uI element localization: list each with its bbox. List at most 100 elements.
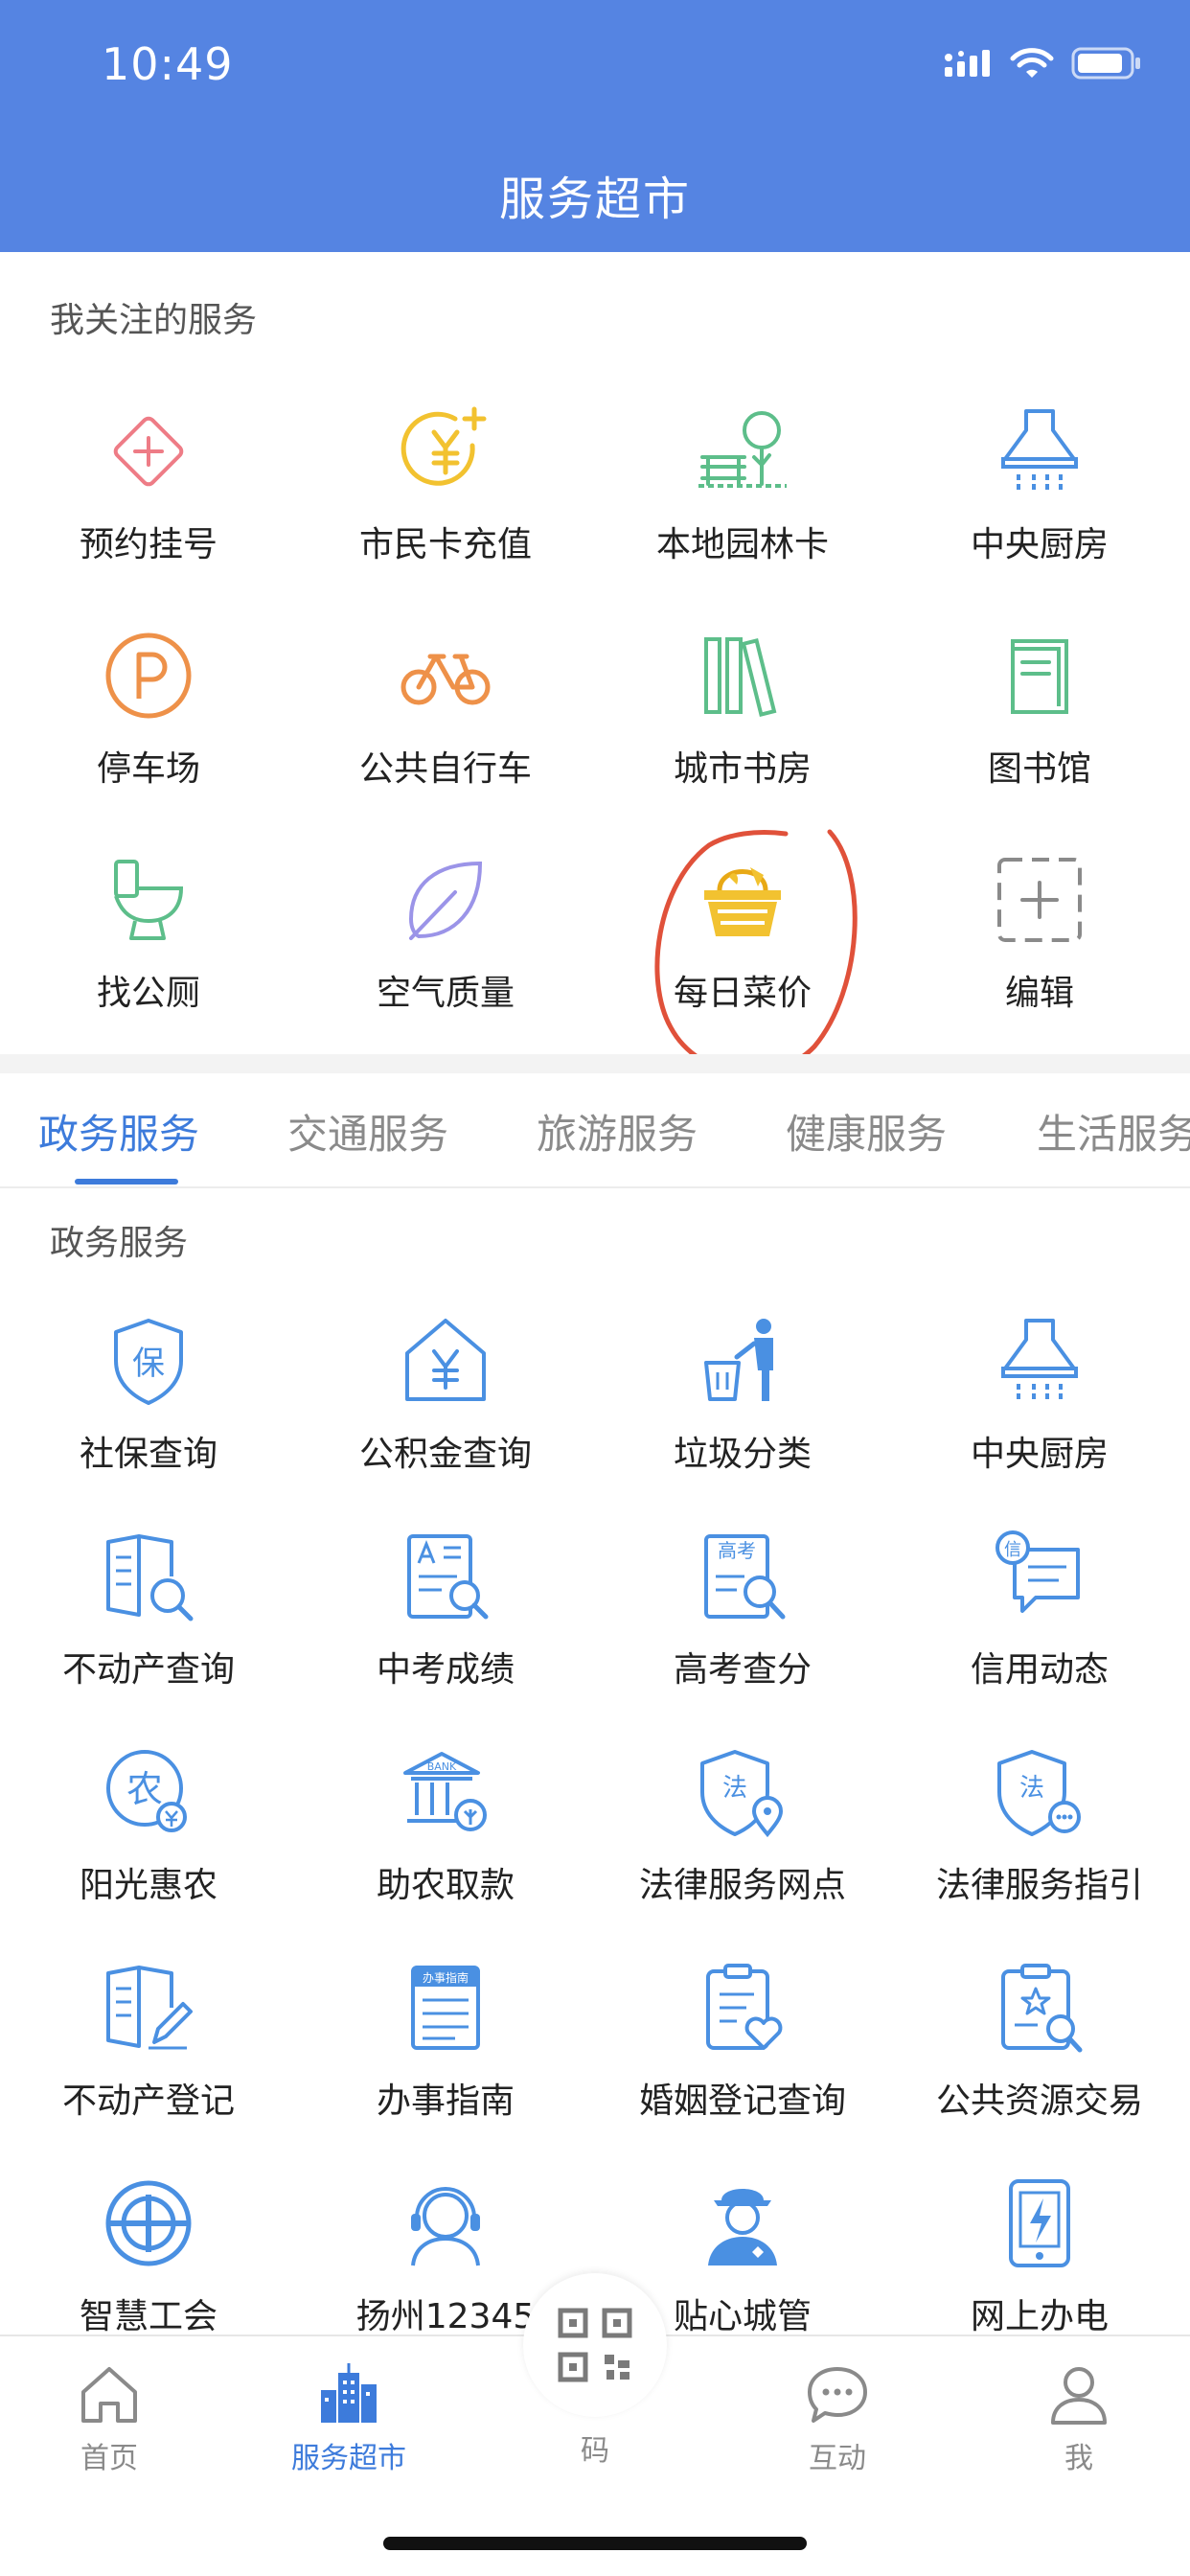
fav-label: 图书馆 bbox=[987, 749, 1091, 789]
fav-label: 中央厨房 bbox=[970, 525, 1109, 564]
social-security-shield-icon: 保 bbox=[114, 1319, 183, 1405]
gov-item-public-resource[interactable]: 公共资源交易 bbox=[891, 1960, 1188, 2123]
gov-item-union[interactable]: 智慧工会 bbox=[0, 2175, 297, 2334]
tab-gov[interactable]: 政务服务 bbox=[38, 1102, 199, 1161]
gov-item-law-location[interactable]: 法 法律服务网点 bbox=[594, 1744, 891, 1907]
gov-item-law-guide[interactable]: 法 法律服务指引 bbox=[891, 1744, 1188, 1907]
gov-label: 中央厨房 bbox=[970, 1435, 1109, 1474]
svg-text:高考: 高考 bbox=[718, 1539, 756, 1562]
gov-label: 法律服务网点 bbox=[638, 1866, 846, 1905]
active-tab-indicator bbox=[75, 1179, 178, 1184]
gov-services-section: 政务服务 保 社保查询 公积金查询 垃圾分类 中央厨房 不动产查询 中考成绩 高… bbox=[0, 1188, 1190, 2334]
gov-item-property-query[interactable]: 不动产查询 bbox=[0, 1529, 297, 1691]
fav-item-parking[interactable]: 停车场 bbox=[0, 628, 297, 791]
gov-item-agri[interactable]: 农 阳光惠农 bbox=[0, 1744, 297, 1907]
fav-item-card-topup[interactable]: 市民卡充值 bbox=[297, 403, 594, 566]
tab-health[interactable]: 健康服务 bbox=[786, 1102, 947, 1161]
status-icons bbox=[943, 46, 1142, 80]
range-hood-icon bbox=[1001, 409, 1078, 492]
fav-item-toilet[interactable]: 找公厕 bbox=[0, 852, 297, 1015]
gov-label: 阳光惠农 bbox=[79, 1866, 217, 1905]
fav-item-library[interactable]: 图书馆 bbox=[891, 628, 1188, 791]
gov-item-central-kitchen[interactable]: 中央厨房 bbox=[891, 1313, 1188, 1476]
favorites-title: 我关注的服务 bbox=[50, 301, 258, 340]
fav-label: 公共自行车 bbox=[358, 749, 532, 789]
qr-code-button[interactable] bbox=[523, 2273, 667, 2417]
svg-text:BANK: BANK bbox=[427, 1760, 457, 1773]
tab-traffic[interactable]: 交通服务 bbox=[287, 1102, 448, 1161]
gov-item-property-register[interactable]: 不动产登记 bbox=[0, 1960, 297, 2123]
svg-text:法: 法 bbox=[1019, 1774, 1044, 1803]
gov-item-housing-fund[interactable]: 公积金查询 bbox=[297, 1313, 594, 1476]
chat-icon bbox=[808, 2367, 867, 2423]
fav-item-registration[interactable]: 预约挂号 bbox=[0, 403, 297, 566]
gov-label: 公共资源交易 bbox=[935, 2082, 1143, 2121]
nav-label: 服务超市 bbox=[291, 2442, 406, 2475]
gov-label: 办事指南 bbox=[376, 2082, 515, 2121]
hotline-headset-icon bbox=[411, 2187, 480, 2266]
page-title: 服务超市 bbox=[498, 172, 691, 226]
wifi-icon bbox=[1010, 48, 1054, 78]
buildings-icon bbox=[321, 2363, 377, 2423]
gov-item-garbage[interactable]: 垃圾分类 bbox=[594, 1313, 891, 1476]
fav-item-air-quality[interactable]: 空气质量 bbox=[297, 852, 594, 1015]
gov-label: 社保查询 bbox=[79, 1435, 217, 1474]
gaokao-search-icon: 高考 bbox=[704, 1534, 786, 1620]
leaf-icon bbox=[408, 861, 483, 940]
property-register-icon bbox=[106, 1966, 193, 2050]
qr-code-icon bbox=[558, 2308, 632, 2382]
garbage-sorting-icon bbox=[704, 1319, 773, 1401]
fav-item-public-bike[interactable]: 公共自行车 bbox=[297, 628, 594, 791]
parking-icon bbox=[105, 632, 192, 719]
fav-label: 市民卡充值 bbox=[358, 525, 532, 564]
fav-label: 找公厕 bbox=[96, 974, 200, 1013]
agriculture-icon: 农 bbox=[106, 1750, 187, 1832]
nav-me[interactable]: 我 bbox=[1002, 2361, 1156, 2476]
credit-message-icon: 信 bbox=[995, 1530, 1080, 1613]
qr-code-label: 码 bbox=[581, 2434, 609, 2468]
gov-item-social-security[interactable]: 保 社保查询 bbox=[0, 1313, 297, 1476]
property-search-icon bbox=[106, 1534, 194, 1622]
fav-label: 停车场 bbox=[96, 749, 200, 789]
tab-travel[interactable]: 旅游服务 bbox=[537, 1102, 698, 1161]
fav-label: 编辑 bbox=[1004, 974, 1074, 1013]
fav-label: 本地园林卡 bbox=[655, 525, 829, 564]
nav-home[interactable]: 首页 bbox=[33, 2361, 186, 2476]
cellular-signal-icon bbox=[945, 50, 990, 77]
bank-icon: BANK bbox=[403, 1752, 487, 1831]
favorites-section: 我关注的服务 预约挂号 市民卡充值 本地园林卡 中央厨房 停车场 公共自行车 城… bbox=[0, 252, 1190, 1054]
gov-item-electricity[interactable]: 网上办电 bbox=[891, 2175, 1188, 2334]
gov-item-guide[interactable]: 办事指南 办事指南 bbox=[297, 1960, 594, 2123]
category-tabs: 政务服务 交通服务 旅游服务 健康服务 生活服务 bbox=[0, 1073, 1190, 1188]
nav-service-market[interactable]: 服务超市 bbox=[272, 2361, 425, 2476]
tab-life[interactable]: 生活服务 bbox=[1037, 1102, 1190, 1161]
section-divider bbox=[0, 1054, 1190, 1073]
bookshelf-icon bbox=[704, 637, 777, 717]
svg-text:办事指南: 办事指南 bbox=[423, 1970, 469, 1985]
nav-interact[interactable]: 互动 bbox=[761, 2361, 914, 2476]
svg-text:保: 保 bbox=[132, 1345, 165, 1383]
gov-label: 中考成绩 bbox=[376, 1650, 515, 1690]
fav-label: 空气质量 bbox=[376, 974, 515, 1013]
gov-item-credit[interactable]: 信 信用动态 bbox=[891, 1529, 1188, 1691]
gov-item-farm-withdraw[interactable]: BANK 助农取款 bbox=[297, 1744, 594, 1907]
annotation-circle bbox=[654, 829, 858, 1075]
gov-item-zhongkao[interactable]: 中考成绩 bbox=[297, 1529, 594, 1691]
gov-label: 高考查分 bbox=[673, 1650, 812, 1690]
fav-item-edit[interactable]: 编辑 bbox=[891, 852, 1188, 1015]
law-location-icon: 法 bbox=[700, 1750, 784, 1838]
fav-item-park-card[interactable]: 本地园林卡 bbox=[594, 403, 891, 566]
electricity-icon bbox=[1009, 2179, 1070, 2267]
range-hood-icon bbox=[1001, 1319, 1078, 1401]
guide-book-icon: 办事指南 bbox=[411, 1966, 480, 2050]
status-time: 10:49 bbox=[102, 38, 234, 90]
fav-item-city-study[interactable]: 城市书房 bbox=[594, 628, 891, 791]
svg-text:农: 农 bbox=[126, 1768, 163, 1810]
home-indicator bbox=[383, 2537, 807, 2550]
toilet-icon bbox=[114, 860, 184, 940]
gov-item-gaokao[interactable]: 高考 高考查分 bbox=[594, 1529, 891, 1691]
svg-text:法: 法 bbox=[722, 1774, 747, 1803]
gov-item-marriage[interactable]: 婚姻登记查询 bbox=[594, 1960, 891, 2123]
fav-item-central-kitchen[interactable]: 中央厨房 bbox=[891, 403, 1188, 566]
svg-text:信: 信 bbox=[1004, 1540, 1021, 1560]
